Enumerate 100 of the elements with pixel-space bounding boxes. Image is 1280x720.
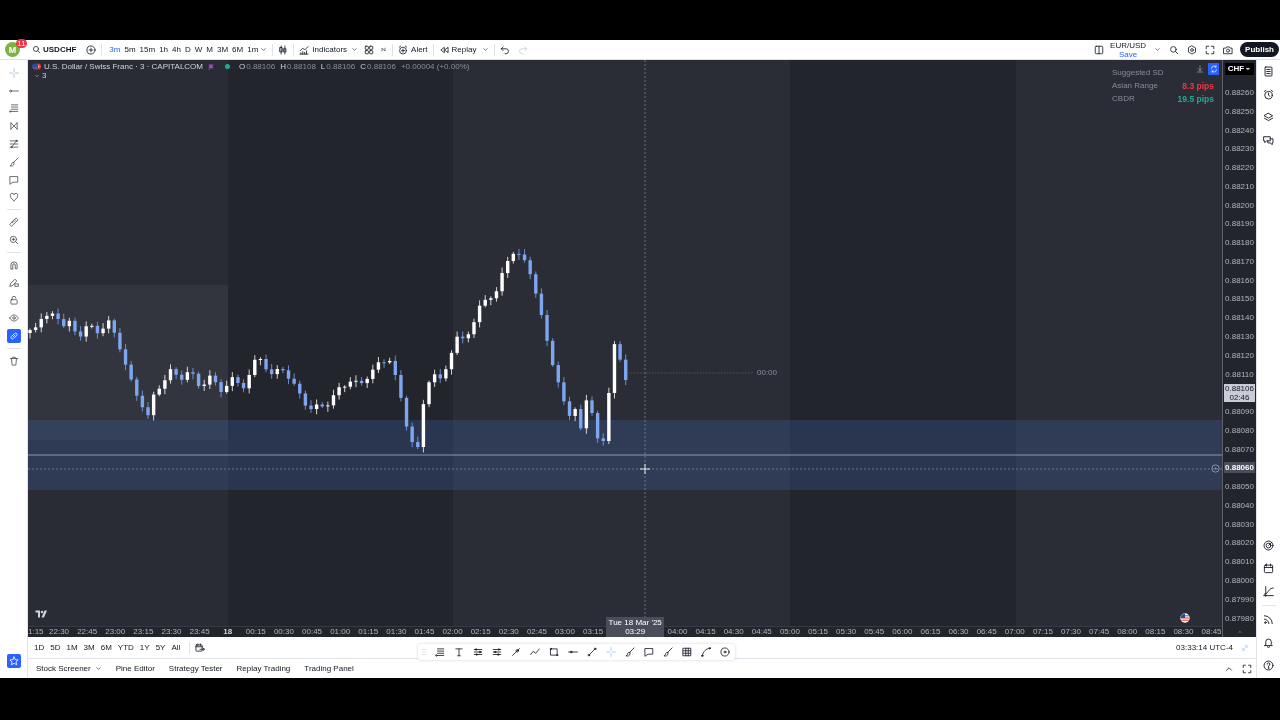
panel-tab[interactable]: Stock Screener <box>36 664 102 673</box>
price-label: 0.88230 <box>1225 144 1254 154</box>
range-button[interactable]: 6M <box>98 643 114 652</box>
grid-icon[interactable] <box>682 647 692 657</box>
text-icon[interactable] <box>454 647 464 657</box>
heart-icon[interactable] <box>8 192 19 203</box>
candles-icon[interactable] <box>278 44 289 55</box>
brush-icon[interactable] <box>663 647 673 657</box>
plus-circle-icon[interactable] <box>86 44 97 55</box>
undo-icon[interactable] <box>500 44 511 55</box>
range-button[interactable]: 3M <box>81 643 97 652</box>
indicator-toggle-button[interactable]: 3 <box>34 72 47 80</box>
interval-button[interactable]: 3m <box>107 45 123 54</box>
sliders-icon[interactable] <box>492 647 502 657</box>
pencil-lock-icon[interactable] <box>8 277 19 288</box>
bell-icon[interactable] <box>1263 637 1274 648</box>
help-icon[interactable] <box>1263 660 1274 671</box>
range-button[interactable]: 5D <box>48 643 63 652</box>
alert-button[interactable]: Alert <box>398 44 428 55</box>
disc-icon[interactable] <box>720 647 730 657</box>
calendar-arrow-icon[interactable] <box>195 642 206 653</box>
ring-icon[interactable] <box>1211 464 1220 473</box>
lines-icon[interactable] <box>8 139 19 149</box>
indicators-button[interactable]: Indicators <box>299 44 348 55</box>
ruler-icon[interactable] <box>8 217 19 228</box>
chat-icon[interactable] <box>1263 135 1274 146</box>
search-icon[interactable] <box>1169 44 1180 55</box>
sliders-icon[interactable] <box>473 647 483 657</box>
range-button[interactable]: All <box>169 643 183 652</box>
interval-button[interactable]: 1h <box>157 45 171 54</box>
range-button[interactable]: 5Y <box>153 643 168 652</box>
zoom-in-icon[interactable] <box>8 234 19 245</box>
calendar-icon[interactable] <box>1263 563 1274 574</box>
download-icon[interactable] <box>1196 65 1204 73</box>
zigzag-icon[interactable] <box>530 647 540 657</box>
comment-icon[interactable] <box>8 174 19 185</box>
camera-icon[interactable] <box>1223 44 1234 55</box>
sync-icon[interactable] <box>1208 63 1219 75</box>
countdown-label: 02:46 <box>1229 392 1250 402</box>
panel-tab[interactable]: Pine Editor <box>115 664 155 673</box>
curve-icon[interactable] <box>701 647 711 657</box>
unlocked-icon[interactable] <box>8 295 19 306</box>
layers-icon[interactable] <box>1263 112 1274 123</box>
interval-button[interactable]: 4h <box>170 45 183 54</box>
range-button[interactable]: 1M <box>64 643 80 652</box>
range-button[interactable]: YTD <box>115 643 136 652</box>
interval-button[interactable]: 3M <box>215 45 231 54</box>
target-icon[interactable] <box>1263 540 1274 551</box>
panel-tab[interactable]: Strategy Tester <box>168 664 223 673</box>
trend-line-icon[interactable] <box>587 647 597 657</box>
interval-button[interactable]: 6M <box>230 45 246 54</box>
chart-curve-icon[interactable] <box>1263 586 1274 597</box>
grid-icon[interactable] <box>364 44 375 55</box>
time-label: 04:15 <box>695 627 716 637</box>
link-icon[interactable] <box>6 328 21 343</box>
pen-icon[interactable] <box>511 647 521 657</box>
panel-tab[interactable]: Replay Trading <box>236 664 291 673</box>
alarm-clock-icon[interactable] <box>1263 89 1274 100</box>
range-button[interactable]: 1Y <box>137 643 152 652</box>
interval-button[interactable]: W <box>192 45 205 54</box>
price-label: 0.88120 <box>1225 350 1254 360</box>
broadcast-icon[interactable] <box>1263 614 1274 625</box>
interval-button[interactable]: 15m <box>137 45 158 54</box>
pattern-icon[interactable] <box>8 121 19 132</box>
price-label: 0.88210 <box>1225 181 1254 191</box>
comment-icon[interactable] <box>644 647 654 657</box>
publish-button[interactable]: Publish <box>1240 42 1279 57</box>
replay-button[interactable]: Replay <box>438 44 477 55</box>
time-label: 06:45 <box>976 627 997 637</box>
interval-button[interactable]: D <box>182 45 193 54</box>
currency-button[interactable]: CHF <box>1225 63 1254 75</box>
rectangle-icon[interactable] <box>549 647 559 657</box>
flag-icon[interactable] <box>208 62 215 71</box>
horizontal-lines-icon[interactable] <box>8 103 19 114</box>
brush-icon[interactable] <box>8 156 19 167</box>
settings-icon[interactable] <box>1187 44 1198 55</box>
layout-name-button[interactable]: EUR/USD <box>1110 40 1147 50</box>
maximize-icon[interactable] <box>1242 663 1252 674</box>
document-list-icon[interactable] <box>1263 66 1274 77</box>
interval-button[interactable]: M <box>204 45 215 54</box>
brush-icon[interactable] <box>625 647 635 657</box>
trash-icon[interactable] <box>8 355 19 366</box>
symbol-title[interactable]: U.S. Dollar / Swiss Franc · 3 · CAPITALCOM <box>44 62 203 71</box>
magnet-icon[interactable] <box>8 259 19 270</box>
star-icon[interactable] <box>6 654 21 668</box>
caret-down-icon[interactable] <box>482 46 490 53</box>
range-button[interactable]: 1D <box>32 643 47 652</box>
horizontal-lines-icon[interactable] <box>435 647 445 657</box>
panel-tab[interactable]: Trading Panel <box>304 664 354 673</box>
zigzag-icon[interactable] <box>380 46 388 53</box>
interval-button[interactable]: 5m <box>122 45 138 54</box>
caret-down-icon[interactable] <box>1154 46 1162 53</box>
save-link[interactable]: Save <box>1119 49 1138 59</box>
fullscreen-icon[interactable] <box>1205 44 1216 55</box>
caret-down-icon[interactable] <box>260 46 268 53</box>
eye-icon[interactable] <box>8 313 19 324</box>
caret-down-icon[interactable] <box>351 46 359 53</box>
interval-button[interactable]: 1m <box>245 45 261 54</box>
symbol-search-button[interactable]: USDCHF <box>32 45 77 54</box>
split-layout-icon[interactable] <box>1094 44 1105 55</box>
